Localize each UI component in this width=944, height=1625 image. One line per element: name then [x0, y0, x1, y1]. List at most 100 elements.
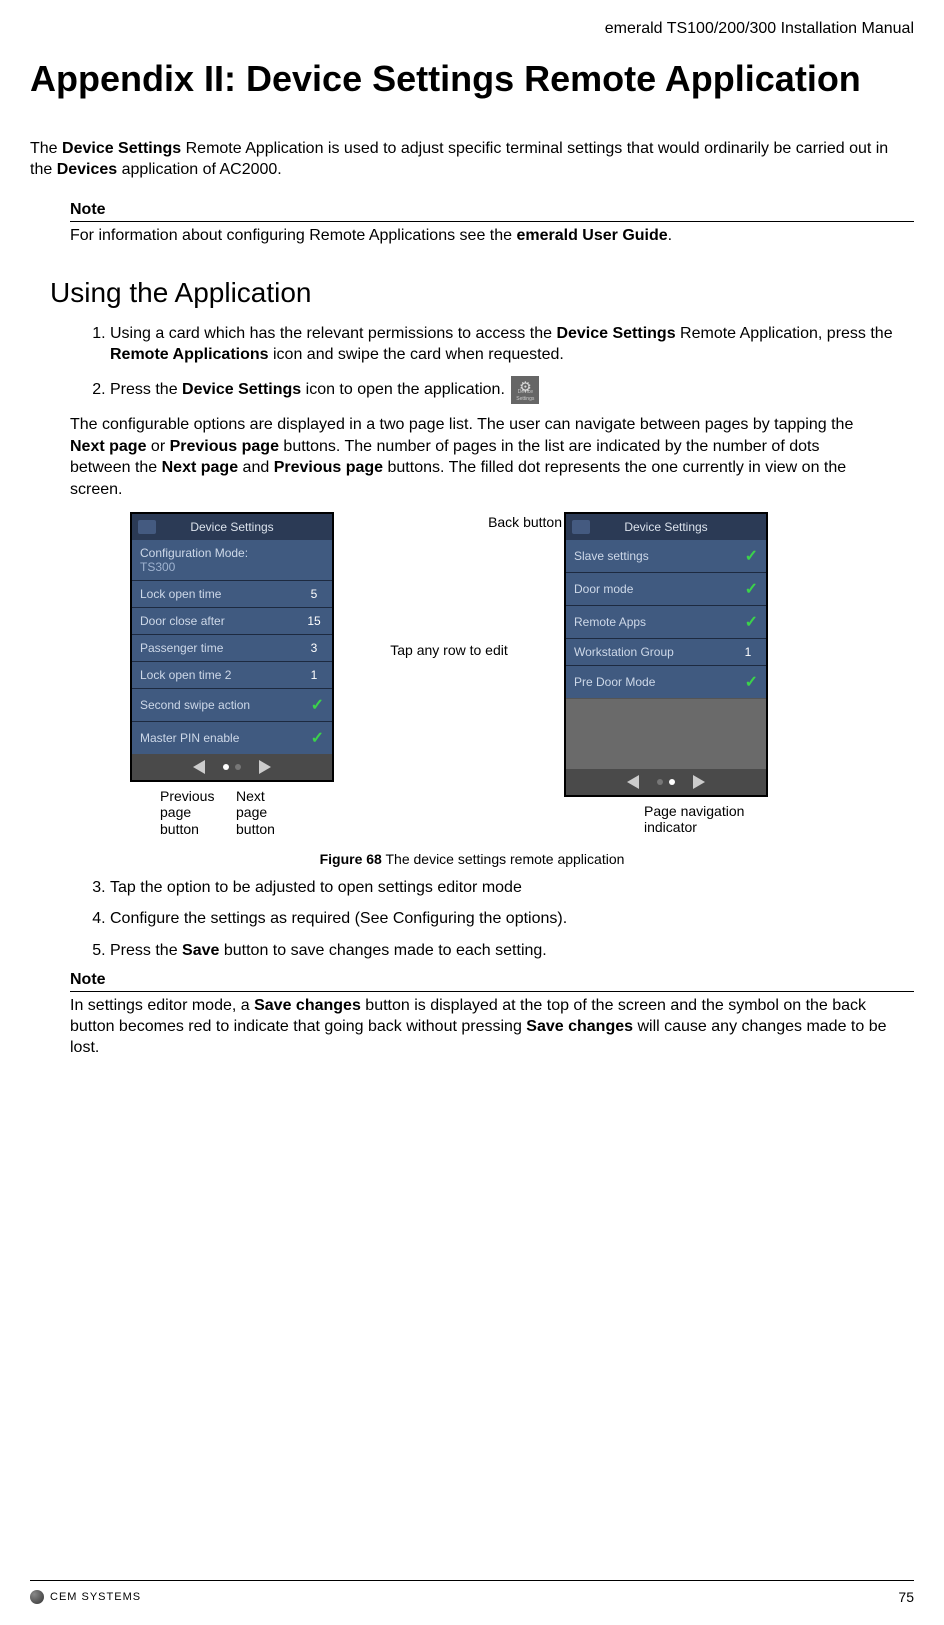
- bold-text: Save changes: [254, 997, 361, 1014]
- doc-header-title: emerald TS100/200/300 Installation Manua…: [30, 20, 914, 38]
- bold-text: Save: [182, 942, 219, 959]
- intro-paragraph: The Device Settings Remote Application i…: [30, 139, 914, 181]
- row-label: Second swipe action: [140, 698, 250, 712]
- note-heading: Note: [70, 971, 914, 992]
- next-page-icon: [693, 775, 705, 789]
- bold-text: Device Settings: [556, 325, 675, 342]
- next-page-callout: Next page button: [236, 788, 296, 836]
- back-icon: [572, 520, 590, 534]
- row-label: Lock open time: [140, 587, 221, 601]
- row-label: Passenger time: [140, 641, 223, 655]
- page-dots: [657, 779, 675, 785]
- figure-caption: Figure 68 The device settings remote app…: [70, 851, 874, 867]
- text: The configurable options are displayed i…: [70, 416, 853, 433]
- page-number: 75: [898, 1589, 914, 1605]
- step-item: Press the Save button to save changes ma…: [110, 940, 914, 962]
- text: .: [668, 227, 672, 244]
- row-label: Workstation Group: [574, 645, 674, 659]
- text: button to save changes made to each sett…: [219, 942, 546, 959]
- check-icon: ✓: [745, 672, 758, 692]
- row-label: Remote Apps: [574, 615, 646, 629]
- text: icon to open the application.: [301, 381, 505, 398]
- row-label: Door mode: [574, 582, 633, 596]
- empty-area: [566, 698, 766, 769]
- figure-number: Figure 68: [320, 851, 382, 867]
- step-item: Configure the settings as required (See …: [110, 908, 914, 930]
- step-item: Press the Device Settings icon to open t…: [110, 376, 914, 404]
- list-item: Workstation Group 1: [566, 638, 766, 665]
- row-label: Pre Door Mode: [574, 675, 655, 689]
- bold-text: Remote Applications: [110, 346, 269, 363]
- prev-page-icon: [193, 760, 205, 774]
- bold-text: Devices: [57, 161, 118, 178]
- row-value: 1: [304, 668, 324, 682]
- text: application of AC2000.: [117, 161, 282, 178]
- check-icon: ✓: [745, 546, 758, 566]
- screenshot-page-1: Device Settings Configuration Mode: TS30…: [130, 512, 334, 782]
- step-item: Using a card which has the relevant perm…: [110, 323, 914, 366]
- dot-active: [223, 764, 229, 770]
- row-label: Lock open time 2: [140, 668, 231, 682]
- text: Press the: [110, 381, 182, 398]
- row-label: Master PIN enable: [140, 731, 239, 745]
- text: icon and swipe the card when requested.: [269, 346, 564, 363]
- screenshot-footer: [566, 769, 766, 795]
- note-text: In settings editor mode, a Save changes …: [70, 996, 914, 1058]
- list-item: Door mode✓: [566, 572, 766, 605]
- figure-annotations: Back button Tap any row to edit: [334, 512, 564, 812]
- screenshot-footer: [132, 754, 332, 780]
- note-heading: Note: [70, 201, 914, 222]
- text: In settings editor mode, a: [70, 997, 254, 1014]
- row-label: Configuration Mode:: [140, 546, 248, 560]
- back-button-callout: Back button: [332, 514, 566, 530]
- note-block: Note For information about configuring R…: [70, 201, 914, 247]
- prev-page-callout: Previous page button: [160, 788, 220, 836]
- row-label: Door close after: [140, 614, 225, 628]
- list-item: Pre Door Mode ✓: [566, 665, 766, 698]
- cem-logo: CEM SYSTEMS: [30, 1590, 141, 1604]
- row-value: 3: [304, 641, 324, 655]
- text: or: [146, 438, 169, 455]
- device-settings-icon: Device Settings: [511, 376, 539, 404]
- text: For information about configuring Remote…: [70, 227, 516, 244]
- page-footer: CEM SYSTEMS 75: [30, 1580, 914, 1605]
- text: The: [30, 140, 62, 157]
- screenshot-page-2: Device Settings Slave settings ✓ Door mod…: [564, 512, 768, 797]
- list-item: Remote Apps ✓: [566, 605, 766, 638]
- note-text: For information about configuring Remote…: [70, 226, 914, 247]
- screenshot-title: Device Settings: [190, 520, 273, 534]
- bold-text: Save changes: [526, 1018, 633, 1035]
- prev-page-icon: [627, 775, 639, 789]
- text: Press the: [110, 942, 182, 959]
- row-sublabel: TS300: [140, 560, 175, 574]
- row-label: Slave settings: [574, 549, 649, 563]
- figure-caption-text: The device settings remote application: [382, 851, 625, 867]
- figure-68: Device Settings Configuration Mode: TS30…: [70, 512, 874, 866]
- check-icon: ✓: [745, 612, 758, 632]
- page-title: Appendix II: Device Settings Remote Appl…: [30, 58, 914, 99]
- tap-row-callout: Tap any row to edit: [390, 642, 508, 659]
- list-item: Slave settings ✓: [566, 540, 766, 572]
- next-page-icon: [259, 760, 271, 774]
- dot-active: [669, 779, 675, 785]
- page-dots: [223, 764, 241, 770]
- bold-text: Next page: [162, 459, 238, 476]
- dot: [235, 764, 241, 770]
- check-icon: ✓: [311, 728, 324, 748]
- bold-text: Device Settings: [62, 140, 181, 157]
- row-value: 1: [738, 645, 758, 659]
- bold-text: Device Settings: [182, 381, 301, 398]
- text: and: [238, 459, 274, 476]
- screenshot-title: Device Settings: [624, 520, 707, 534]
- right-screenshot-column: Device Settings Slave settings ✓ Door mod…: [564, 512, 768, 835]
- bold-text: emerald User Guide: [516, 227, 667, 244]
- step-item: Tap the option to be adjusted to open se…: [110, 877, 914, 899]
- left-screenshot-column: Device Settings Configuration Mode: TS30…: [130, 512, 334, 836]
- list-item: Door close after15: [132, 607, 332, 634]
- list-item: Configuration Mode: TS300: [132, 540, 332, 580]
- page-nav-callout: Page navigation indicator: [644, 803, 764, 835]
- text: Using a card which has the relevant perm…: [110, 325, 556, 342]
- list-item: Lock open time5: [132, 580, 332, 607]
- dot: [657, 779, 663, 785]
- note-block: Note In settings editor mode, a Save cha…: [70, 971, 914, 1058]
